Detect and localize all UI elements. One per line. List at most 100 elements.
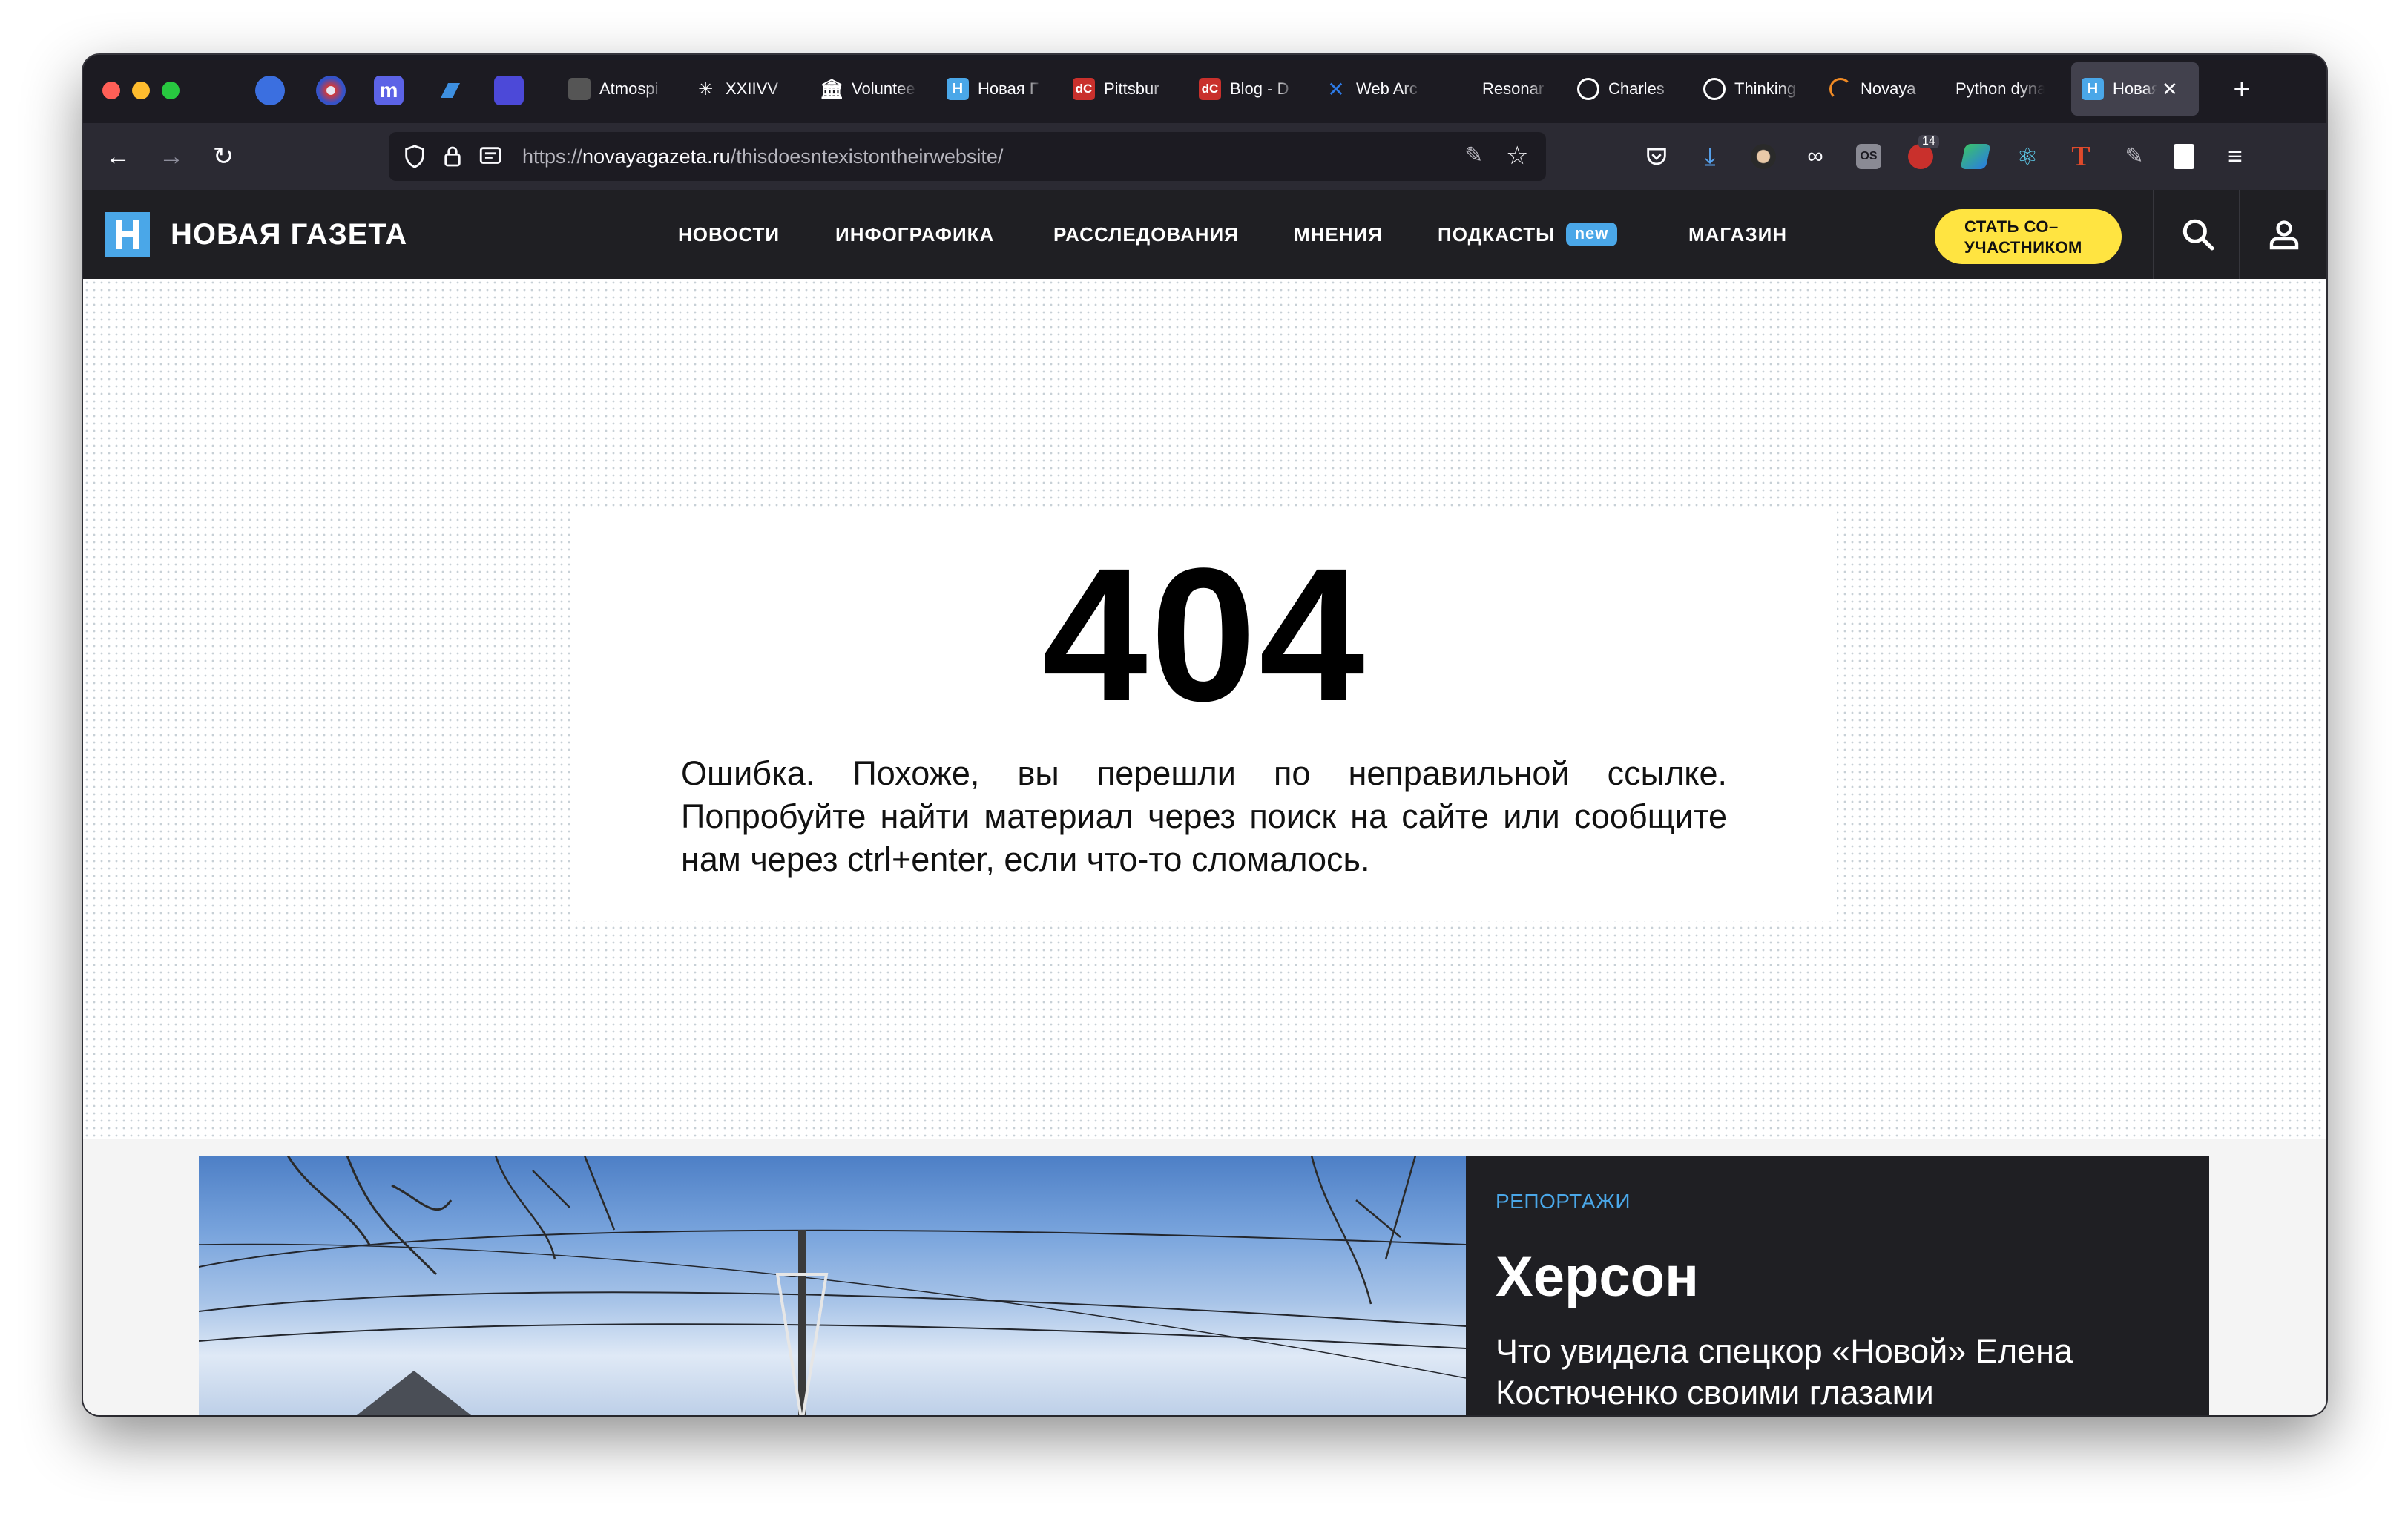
tab[interactable]: Н Новая Г bbox=[936, 62, 1053, 116]
xxiivv-icon: ✳ bbox=[697, 79, 714, 99]
pin-icon[interactable]: ✎ bbox=[1464, 142, 1483, 168]
cta-line-2: УЧАСТНИКОМ bbox=[1964, 238, 2082, 257]
tab-label: Novaya bbox=[1861, 79, 1916, 98]
nav-investigations[interactable]: РАССЛЕДОВАНИЯ bbox=[1053, 190, 1239, 279]
error-section: 404 Ошибка. Похоже, вы перешли по неправ… bbox=[83, 279, 2326, 1139]
become-member-button[interactable]: СТАТЬ СО– УЧАСТНИКОМ bbox=[1935, 209, 2122, 264]
close-window-button[interactable] bbox=[102, 82, 120, 99]
tab-label: Thinking bbox=[1734, 79, 1797, 98]
pocket-icon[interactable] bbox=[1644, 144, 1669, 169]
pinned-tab-chat-icon[interactable] bbox=[255, 76, 285, 105]
tab-label: Atmospi bbox=[599, 79, 659, 98]
tab[interactable]: 🏛 Voluntee bbox=[810, 62, 927, 116]
zoom-window-button[interactable] bbox=[162, 82, 180, 99]
tab-label: Новая bbox=[2113, 79, 2157, 98]
error-card: 404 Ошибка. Похоже, вы перешли по неправ… bbox=[573, 509, 1837, 921]
tab[interactable]: dC Blog - D bbox=[1188, 62, 1306, 116]
bookmark-star-icon[interactable]: ☆ bbox=[1506, 141, 1528, 171]
profile-extension-icon[interactable] bbox=[1751, 144, 1776, 169]
website-icon bbox=[568, 78, 591, 100]
nav-infographics[interactable]: ИНФОГРАФИКА bbox=[835, 190, 994, 279]
downloads-icon[interactable]: ⤓ bbox=[1697, 144, 1723, 169]
search-icon bbox=[2182, 219, 2214, 251]
site-header: НОВАЯ ГАЗЕТА НОВОСТИ ИНФОГРАФИКА РАССЛЕД… bbox=[83, 190, 2326, 279]
tab[interactable]: Atmospi bbox=[558, 62, 675, 116]
tab-label: Новая Г bbox=[978, 79, 1039, 98]
tab-label: Resonar bbox=[1482, 79, 1545, 98]
tab-strip: m Atmospi ✳ XXIIVV 🏛 Voluntee Н Новая Г … bbox=[83, 55, 2326, 123]
pinned-tab-bookmark-icon[interactable] bbox=[435, 76, 464, 105]
pinned-tab-app-icon[interactable] bbox=[316, 76, 346, 105]
teaser-title[interactable]: Херсон bbox=[1496, 1243, 1699, 1311]
site-brand[interactable]: НОВАЯ ГАЗЕТА bbox=[171, 214, 407, 255]
novaya-gazeta-logo-icon[interactable] bbox=[105, 212, 150, 257]
pin-extension-icon[interactable]: ✎ bbox=[2122, 144, 2147, 169]
tracking-shield-icon[interactable] bbox=[402, 144, 427, 169]
blank-icon bbox=[1451, 78, 1473, 100]
reload-icon[interactable]: ↻ bbox=[206, 139, 240, 174]
teaser-kicker[interactable]: РЕПОРТАЖИ bbox=[1496, 1190, 1631, 1213]
reader-view-icon[interactable] bbox=[478, 144, 503, 169]
nav-podcasts[interactable]: ПОДКАСТЫ new bbox=[1438, 190, 1618, 279]
nav-shop[interactable]: МАГАЗИН bbox=[1688, 190, 1787, 279]
lock-icon[interactable] bbox=[441, 144, 464, 169]
pinned-tab-grid-icon[interactable] bbox=[494, 76, 524, 105]
page-content: НОВАЯ ГАЗЕТА НОВОСТИ ИНФОГРАФИКА РАССЛЕД… bbox=[83, 190, 2326, 1415]
tab-label: Charles bbox=[1608, 79, 1665, 98]
tab[interactable]: ✳ XXIIVV bbox=[684, 62, 801, 116]
navigation-toolbar: ← → ↻ https://novayagazeta.ru/thisdoesnt… bbox=[83, 123, 2326, 190]
browser-window: m Atmospi ✳ XXIIVV 🏛 Voluntee Н Новая Г … bbox=[83, 55, 2326, 1415]
tab-label: Web Arc bbox=[1356, 79, 1418, 98]
error-code: 404 bbox=[1042, 529, 1368, 741]
url-path: /thisdoesntexistontheirwebsite/ bbox=[730, 145, 1004, 168]
tab[interactable]: Resonar bbox=[1441, 62, 1558, 116]
glasses-icon[interactable]: ∞ bbox=[1803, 144, 1828, 169]
globe-icon bbox=[1577, 78, 1599, 100]
tab-label: Voluntee bbox=[852, 79, 915, 98]
document-extension-icon[interactable] bbox=[2174, 144, 2194, 169]
globe-icon bbox=[1703, 78, 1726, 100]
ublock-icon[interactable]: 14 bbox=[1908, 135, 1939, 169]
url-scheme: https:// bbox=[522, 145, 583, 168]
tab-active[interactable]: Н Новая ✕ bbox=[2071, 62, 2199, 116]
featured-section: РЕПОРТАЖИ Херсон Что увидела спецкор «Но… bbox=[83, 1139, 2326, 1415]
account-button[interactable] bbox=[2239, 190, 2326, 279]
url-domain: novayagazeta.ru bbox=[582, 145, 731, 168]
tab[interactable]: Charles bbox=[1567, 62, 1684, 116]
new-tab-button[interactable]: + bbox=[2223, 70, 2261, 108]
new-badge: new bbox=[1565, 223, 1618, 247]
pinned-tab-mastodon-icon[interactable]: m bbox=[374, 76, 404, 105]
extension-os-icon[interactable]: OS bbox=[1856, 144, 1881, 169]
teaser-subtitle[interactable]: Что увидела спецкор «Новой» Елена Костюч… bbox=[1496, 1331, 2193, 1414]
search-button[interactable] bbox=[2153, 190, 2242, 279]
edit-extension-icon[interactable] bbox=[1960, 144, 1991, 169]
back-icon[interactable]: ← bbox=[101, 139, 135, 174]
featured-photo-image bbox=[199, 1156, 1466, 1415]
extension-badge-count: 14 bbox=[1918, 135, 1939, 148]
url-bar[interactable]: https://novayagazeta.ru/thisdoesntexisto… bbox=[389, 132, 1546, 181]
nav-opinions[interactable]: МНЕНИЯ bbox=[1294, 190, 1383, 279]
loading-icon bbox=[1829, 78, 1852, 100]
novaya-gazeta-icon: Н bbox=[2082, 78, 2104, 100]
tab[interactable]: Python dyna bbox=[1945, 62, 2055, 116]
url-text[interactable]: https://novayagazeta.ru/thisdoesntexisto… bbox=[522, 132, 1003, 181]
minimize-window-button[interactable] bbox=[132, 82, 150, 99]
novaya-gazeta-icon: Н bbox=[947, 78, 969, 100]
nav-podcasts-label: ПОДКАСТЫ bbox=[1438, 223, 1556, 246]
tab-label: Pittsbur bbox=[1104, 79, 1159, 98]
forward-icon[interactable]: → bbox=[154, 139, 188, 174]
menu-icon[interactable]: ≡ bbox=[2223, 144, 2248, 169]
featured-photo[interactable] bbox=[199, 1156, 1466, 1415]
tab[interactable]: Thinking bbox=[1693, 62, 1810, 116]
close-tab-icon[interactable]: ✕ bbox=[2162, 78, 2178, 101]
tab[interactable]: ✕ Web Arc bbox=[1315, 62, 1432, 116]
text-extension-icon[interactable]: T bbox=[2068, 142, 2093, 171]
react-devtools-icon[interactable]: ⚛ bbox=[2015, 144, 2040, 169]
tab[interactable]: Novaya bbox=[1819, 62, 1936, 116]
dc-icon: dC bbox=[1073, 78, 1095, 100]
museum-icon: 🏛 bbox=[819, 77, 844, 100]
user-icon bbox=[2269, 220, 2299, 250]
featured-teaser[interactable]: РЕПОРТАЖИ Херсон Что увидела спецкор «Но… bbox=[1466, 1156, 2209, 1415]
tab[interactable]: dC Pittsbur bbox=[1062, 62, 1180, 116]
nav-news[interactable]: НОВОСТИ bbox=[678, 190, 780, 279]
